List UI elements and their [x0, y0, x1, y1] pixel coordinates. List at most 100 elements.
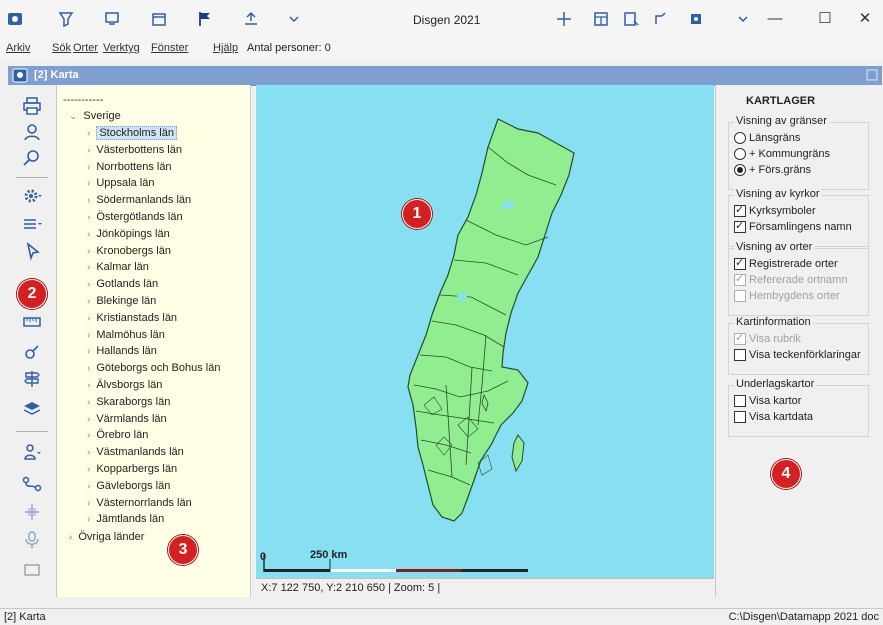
map-canvas[interactable]: 0 250 km: [256, 85, 714, 578]
checkbox[interactable]: [734, 349, 746, 361]
layout-icon[interactable]: [590, 8, 612, 30]
menu-hjalp[interactable]: Hjälp: [213, 42, 238, 54]
checkbox[interactable]: [734, 272, 746, 286]
funnel-icon[interactable]: [55, 8, 77, 30]
tree-item-county[interactable]: › Malmöhus län: [87, 329, 165, 341]
menu-orter[interactable]: Orter: [73, 42, 98, 54]
gear-icon[interactable]: [20, 185, 44, 207]
chevron-right-icon[interactable]: ›: [87, 162, 90, 173]
minimize-button[interactable]: —: [760, 5, 790, 31]
close-button[interactable]: ✕: [850, 5, 880, 31]
chevron-right-icon[interactable]: ›: [87, 330, 90, 341]
chevron-right-icon[interactable]: ›: [87, 447, 90, 458]
layer-radio-option[interactable]: + Förs.gräns: [734, 164, 811, 176]
calendar-icon[interactable]: [148, 8, 170, 30]
chevron-right-icon[interactable]: ›: [87, 363, 90, 374]
customize-dropdown-icon[interactable]: [283, 8, 305, 30]
layer-radio-option[interactable]: + Kommungräns: [734, 148, 830, 160]
printer-icon[interactable]: [20, 95, 44, 117]
tree-item-county[interactable]: › Göteborgs och Bohus län: [87, 362, 220, 374]
tree-item-county[interactable]: › Stockholms län: [87, 126, 177, 140]
chevron-right-icon[interactable]: ›: [87, 212, 90, 223]
chevron-right-icon[interactable]: ›: [87, 262, 90, 273]
tree-item-county[interactable]: › Blekinge län: [87, 295, 156, 307]
tree-item-county[interactable]: › Jämtlands län: [87, 513, 164, 525]
chevron-down-icon[interactable]: ⌄: [69, 111, 77, 122]
tree-item-county[interactable]: › Jönköpings län: [87, 228, 170, 240]
upload-icon[interactable]: [240, 8, 262, 30]
chevron-right-icon[interactable]: ›: [87, 313, 90, 324]
tree-root-sverige[interactable]: ⌄ Sverige: [69, 110, 121, 122]
tree-item-county[interactable]: › Gotlands län: [87, 278, 158, 290]
checkbox[interactable]: [734, 203, 746, 217]
checkbox[interactable]: [734, 290, 746, 302]
layer-checkbox-option[interactable]: Kyrksymboler: [734, 203, 816, 217]
tree-item-county[interactable]: › Skaraborgs län: [87, 396, 170, 408]
chevron-right-icon[interactable]: ›: [87, 195, 90, 206]
search-icon[interactable]: [20, 147, 44, 169]
window-restore-icon[interactable]: [866, 69, 878, 81]
tree-item-ovriga[interactable]: › Övriga länder: [69, 531, 144, 543]
tree-item-county[interactable]: › Västerbottens län: [87, 144, 182, 156]
tree-item-county[interactable]: › Hallands län: [87, 345, 157, 357]
checkbox[interactable]: [734, 395, 746, 407]
person-filter-icon[interactable]: [20, 441, 44, 463]
sweden-map[interactable]: [407, 118, 575, 522]
tree-item-county[interactable]: › Gävleborgs län: [87, 480, 170, 492]
move-icon[interactable]: [553, 8, 575, 30]
chevron-right-icon[interactable]: ›: [87, 128, 90, 139]
checkbox[interactable]: [734, 256, 746, 270]
chevron-right-icon[interactable]: ›: [87, 464, 90, 475]
tree-item-county[interactable]: › Norrbottens län: [87, 161, 172, 173]
tree-item-county[interactable]: › Älvsborgs län: [87, 379, 162, 391]
menu-arkiv[interactable]: Arkiv: [6, 42, 30, 54]
layer-checkbox-option[interactable]: Visa teckenförklaringar: [734, 349, 861, 361]
layer-checkbox-option[interactable]: Refererade ortnamn: [734, 272, 847, 286]
layers-icon[interactable]: [20, 397, 44, 419]
tree-item-county[interactable]: › Kopparbergs län: [87, 463, 177, 475]
tree-item-county[interactable]: › Kristianstads län: [87, 312, 177, 324]
menu-verktyg[interactable]: Verktyg: [103, 42, 140, 54]
chevron-right-icon[interactable]: ›: [87, 246, 90, 257]
person-list-icon[interactable]: [101, 8, 123, 30]
layer-checkbox-option[interactable]: Hembygdens orter: [734, 290, 840, 302]
radio-button[interactable]: [734, 164, 746, 176]
tree-item-county[interactable]: › Östergötlands län: [87, 211, 183, 223]
tree-item-county[interactable]: › Kronobergs län: [87, 245, 171, 257]
node-icon[interactable]: [20, 501, 44, 523]
signpost-icon[interactable]: [20, 368, 44, 390]
chevron-right-icon[interactable]: ›: [87, 414, 90, 425]
route-icon[interactable]: [20, 473, 44, 495]
chevron-right-icon[interactable]: ›: [87, 380, 90, 391]
checkbox[interactable]: [734, 219, 746, 233]
sweden-mainland[interactable]: [407, 118, 575, 522]
list-menu-icon[interactable]: [20, 213, 44, 235]
chevron-right-icon[interactable]: ›: [87, 279, 90, 290]
checkbox[interactable]: [734, 411, 746, 423]
coordinate-pin-icon[interactable]: [20, 341, 44, 363]
chevron-right-icon[interactable]: ›: [87, 498, 90, 509]
chevron-right-icon[interactable]: ›: [87, 430, 90, 441]
tree-item-county[interactable]: › Västernorrlands län: [87, 497, 192, 509]
chevron-right-icon[interactable]: ›: [69, 532, 72, 543]
layer-checkbox-option[interactable]: Församlingens namn: [734, 219, 852, 233]
layer-checkbox-option[interactable]: Registrerade orter: [734, 256, 838, 270]
chevron-right-icon[interactable]: ›: [87, 296, 90, 307]
person-search-icon[interactable]: [20, 121, 44, 143]
chevron-right-icon[interactable]: ›: [87, 229, 90, 240]
pointer-icon[interactable]: [20, 240, 44, 262]
chevron-right-icon[interactable]: ›: [87, 481, 90, 492]
settings-icon[interactable]: [685, 8, 707, 30]
report-icon[interactable]: [620, 8, 642, 30]
layer-checkbox-option[interactable]: Visa kartdata: [734, 411, 813, 423]
ruler-icon[interactable]: [20, 311, 44, 333]
gotland-island[interactable]: [511, 434, 525, 473]
app-logo-icon[interactable]: [4, 8, 26, 30]
tree-item-county[interactable]: › Kalmar län: [87, 261, 149, 273]
frame-icon[interactable]: [20, 559, 44, 581]
tree-item-county[interactable]: › Örebro län: [87, 429, 148, 441]
radio-button[interactable]: [734, 132, 746, 144]
tree-item-county[interactable]: › Västmanlands län: [87, 446, 184, 458]
chevron-right-icon[interactable]: ›: [87, 514, 90, 525]
flag-icon[interactable]: [194, 8, 216, 30]
